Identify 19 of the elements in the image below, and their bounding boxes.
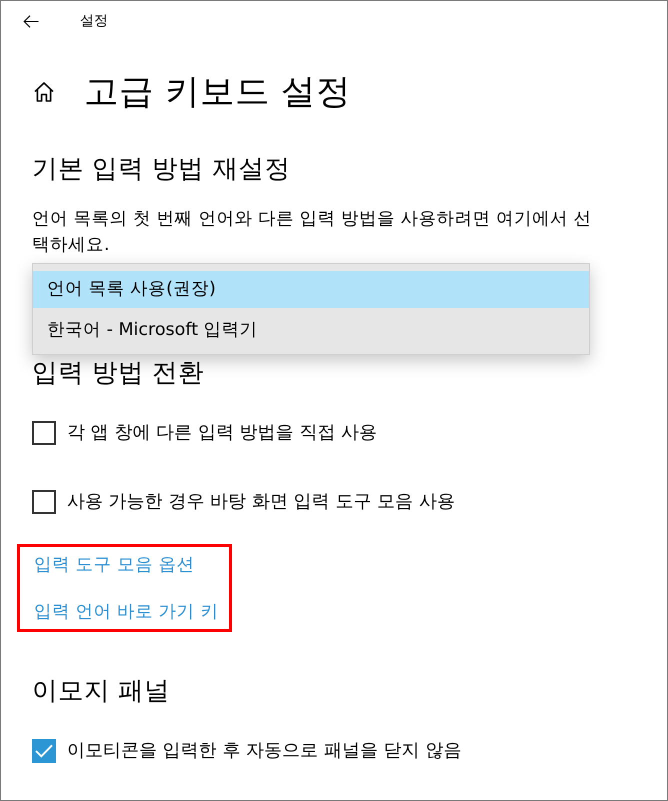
window-title: 설정 xyxy=(80,12,108,30)
section-heading: 기본 입력 방법 재설정 xyxy=(32,154,292,184)
settings-link[interactable]: 입력 도구 모음 옵션 xyxy=(34,553,195,577)
section-heading: 이모지 패널 xyxy=(32,676,172,706)
page-title: 고급 키보드 설정 xyxy=(84,74,351,110)
checkmark-icon xyxy=(35,744,53,758)
checkbox-label[interactable]: 사용 가능한 경우 바탕 화면 입력 도구 모음 사용 xyxy=(67,488,455,515)
checkbox[interactable] xyxy=(32,420,56,444)
section-description: 언어 목록의 첫 번째 언어와 다른 입력 방법을 사용하려면 여기에서 선택하세요. xyxy=(32,208,593,257)
home-icon[interactable] xyxy=(34,82,54,102)
back-icon[interactable] xyxy=(23,14,39,28)
section-heading: 입력 방법 전환 xyxy=(32,358,206,388)
settings-link[interactable]: 입력 언어 바로 가기 키 xyxy=(34,600,218,624)
checkbox-label[interactable]: 이모티콘을 입력한 후 자동으로 패널을 닫지 않음 xyxy=(67,737,462,764)
dropdown-option[interactable]: 한국어 - Microsoft 입력기 xyxy=(33,308,589,352)
checkbox[interactable] xyxy=(32,738,56,762)
dropdown-option[interactable]: 언어 목록 사용(권장) xyxy=(33,271,589,308)
checkbox[interactable] xyxy=(32,490,56,514)
checkbox-label[interactable]: 각 앱 창에 다른 입력 방법을 직접 사용 xyxy=(67,419,378,446)
